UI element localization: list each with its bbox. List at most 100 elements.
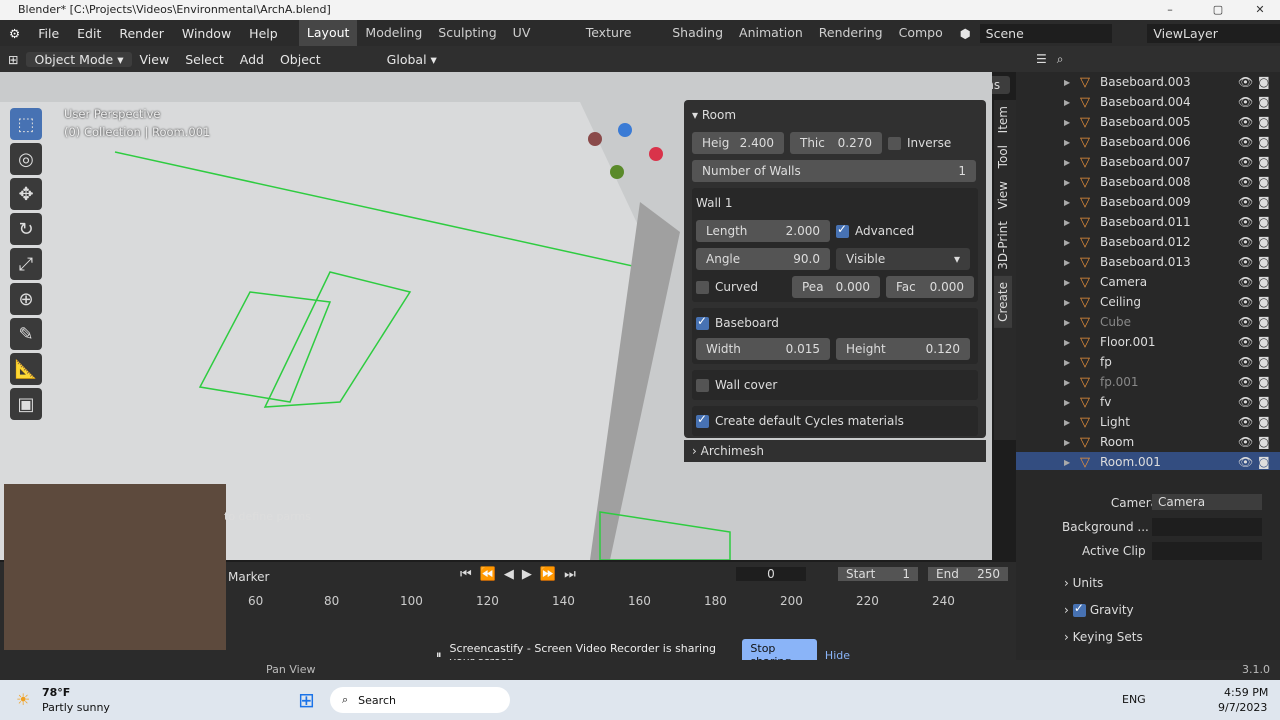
scale-tool-icon[interactable]: ⤢: [10, 248, 42, 280]
render-icon[interactable]: ◙: [1258, 335, 1270, 349]
curved-checkbox[interactable]: Curved: [696, 276, 786, 298]
outliner-row[interactable]: ▶ ▽ Light 👁 ◙: [1016, 412, 1280, 432]
width-field[interactable]: Width 0.015: [696, 338, 830, 360]
tab-view[interactable]: View: [994, 175, 1012, 215]
inverse-box[interactable]: [888, 136, 901, 150]
wallcover-box[interactable]: [696, 378, 709, 392]
play-icon[interactable]: ▶: [522, 567, 532, 582]
visibility-icon[interactable]: 👁: [1238, 415, 1253, 429]
visible-dropdown[interactable]: Visible ▾: [836, 248, 970, 270]
play-reverse-icon[interactable]: ◀: [504, 567, 514, 582]
orientation-dropdown[interactable]: Global ▾: [379, 52, 445, 67]
frame-ruler[interactable]: 60 80 100 120 140 160 180 200 220 240: [228, 594, 988, 614]
outliner-row[interactable]: ▶ ▽ Baseboard.011 👁 ◙: [1016, 212, 1280, 232]
expand-icon[interactable]: ▶: [1064, 78, 1070, 87]
outliner-row[interactable]: ▶ ▽ Baseboard.004 👁 ◙: [1016, 92, 1280, 112]
expand-icon[interactable]: ▶: [1064, 118, 1070, 127]
add-cube-tool-icon[interactable]: ▣: [10, 388, 42, 420]
visibility-icon[interactable]: 👁: [1238, 75, 1253, 89]
outliner-row[interactable]: ▶ ▽ Room 👁 ◙: [1016, 432, 1280, 452]
render-icon[interactable]: ◙: [1258, 155, 1270, 169]
transform-tool-icon[interactable]: ⊕: [10, 283, 42, 315]
outliner-row[interactable]: ▶ ▽ Baseboard.008 👁 ◙: [1016, 172, 1280, 192]
menu-help[interactable]: Help: [240, 26, 287, 41]
outliner-row[interactable]: ▶ ▽ Baseboard.012 👁 ◙: [1016, 232, 1280, 252]
visibility-icon[interactable]: 👁: [1238, 275, 1253, 289]
thickness-field[interactable]: Thic 0.270: [790, 132, 882, 154]
tab-shading[interactable]: Shading: [664, 20, 731, 46]
render-icon[interactable]: ◙: [1258, 115, 1270, 129]
menu-view[interactable]: View: [132, 52, 178, 67]
render-icon[interactable]: ◙: [1258, 295, 1270, 309]
visibility-icon[interactable]: 👁: [1238, 235, 1253, 249]
render-icon[interactable]: ◙: [1258, 275, 1270, 289]
outliner-row[interactable]: ▶ ▽ Baseboard.006 👁 ◙: [1016, 132, 1280, 152]
tab-uv-editing[interactable]: UV Editing: [505, 20, 578, 66]
cycles-box[interactable]: [696, 412, 709, 428]
outliner-row[interactable]: ▶ ▽ fv 👁 ◙: [1016, 392, 1280, 412]
keying-panel[interactable]: › Keying Sets: [1064, 630, 1143, 644]
baseboard-height-field[interactable]: Height 0.120: [836, 338, 970, 360]
expand-icon[interactable]: ▶: [1064, 438, 1070, 447]
advanced-box[interactable]: [836, 222, 849, 238]
inverse-checkbox[interactable]: Inverse: [888, 132, 951, 154]
units-panel[interactable]: › Units: [1064, 576, 1103, 590]
menu-file[interactable]: File: [29, 26, 68, 41]
baseboard-checkbox[interactable]: Baseboard: [696, 312, 974, 334]
outliner-row[interactable]: ▶ ▽ Baseboard.003 👁 ◙: [1016, 72, 1280, 92]
tab-rendering[interactable]: Rendering: [811, 20, 891, 46]
camera-field[interactable]: Camera: [1152, 494, 1262, 510]
render-icon[interactable]: ◙: [1258, 375, 1270, 389]
menu-object[interactable]: Object: [272, 52, 329, 67]
outliner-row[interactable]: ▶ ▽ Floor.001 👁 ◙: [1016, 332, 1280, 352]
visibility-icon[interactable]: 👁: [1238, 455, 1253, 469]
expand-icon[interactable]: ▶: [1064, 338, 1070, 347]
expand-icon[interactable]: ▶: [1064, 278, 1070, 287]
measure-tool-icon[interactable]: 📐: [10, 353, 42, 385]
scene-selector[interactable]: Scene: [979, 23, 1113, 43]
start-frame-field[interactable]: Start 1: [838, 567, 918, 581]
render-icon[interactable]: ◙: [1258, 135, 1270, 149]
wallcover-checkbox[interactable]: Wall cover: [696, 374, 974, 396]
render-icon[interactable]: ◙: [1258, 315, 1270, 329]
render-icon[interactable]: ◙: [1258, 175, 1270, 189]
move-tool-icon[interactable]: ✥: [10, 178, 42, 210]
jump-start-icon[interactable]: ⏮: [460, 567, 472, 582]
cursor-tool-icon[interactable]: ◎: [10, 143, 42, 175]
expand-icon[interactable]: ▶: [1064, 318, 1070, 327]
editor-type-icon[interactable]: ⊞: [0, 52, 26, 67]
tab-modeling[interactable]: Modeling: [357, 20, 430, 46]
close-icon[interactable]: ✕: [1240, 0, 1280, 20]
render-icon[interactable]: ◙: [1258, 215, 1270, 229]
rotate-tool-icon[interactable]: ↻: [10, 213, 42, 245]
expand-icon[interactable]: ▶: [1064, 178, 1070, 187]
scene-icon[interactable]: ⬢: [951, 26, 980, 41]
select-box-tool-icon[interactable]: ⬚: [10, 108, 42, 140]
expand-icon[interactable]: ▶: [1064, 238, 1070, 247]
render-icon[interactable]: ◙: [1258, 255, 1270, 269]
walls-field[interactable]: Number of Walls 1: [692, 160, 976, 182]
visibility-icon[interactable]: 👁: [1238, 135, 1253, 149]
render-icon[interactable]: ◙: [1258, 75, 1270, 89]
tab-layout[interactable]: Layout: [298, 20, 358, 46]
tab-animation[interactable]: Animation: [731, 20, 811, 46]
expand-icon[interactable]: ▶: [1064, 298, 1070, 307]
baseboard-box[interactable]: [696, 314, 709, 330]
visibility-icon[interactable]: 👁: [1238, 195, 1253, 209]
outliner-row[interactable]: ▶ ▽ Baseboard.013 👁 ◙: [1016, 252, 1280, 272]
next-key-icon[interactable]: ⏩: [540, 567, 556, 582]
tab-3d-print[interactable]: 3D-Print: [994, 215, 1012, 276]
expand-icon[interactable]: ▶: [1064, 378, 1070, 387]
outliner-row[interactable]: ▶ ▽ Ceiling 👁 ◙: [1016, 292, 1280, 312]
outliner-search-icon[interactable]: ⌕: [1057, 52, 1064, 67]
expand-icon[interactable]: ▶: [1064, 398, 1070, 407]
advanced-checkbox[interactable]: Advanced: [836, 220, 914, 242]
menu-add[interactable]: Add: [232, 52, 272, 67]
curved-box[interactable]: [696, 280, 709, 294]
tab-create[interactable]: Create: [994, 275, 1012, 328]
blender-logo-icon[interactable]: ⚙: [0, 26, 29, 41]
expand-icon[interactable]: ▶: [1064, 158, 1070, 167]
visibility-icon[interactable]: 👁: [1238, 315, 1253, 329]
render-icon[interactable]: ◙: [1258, 435, 1270, 449]
outliner-row[interactable]: ▶ ▽ Baseboard.005 👁 ◙: [1016, 112, 1280, 132]
